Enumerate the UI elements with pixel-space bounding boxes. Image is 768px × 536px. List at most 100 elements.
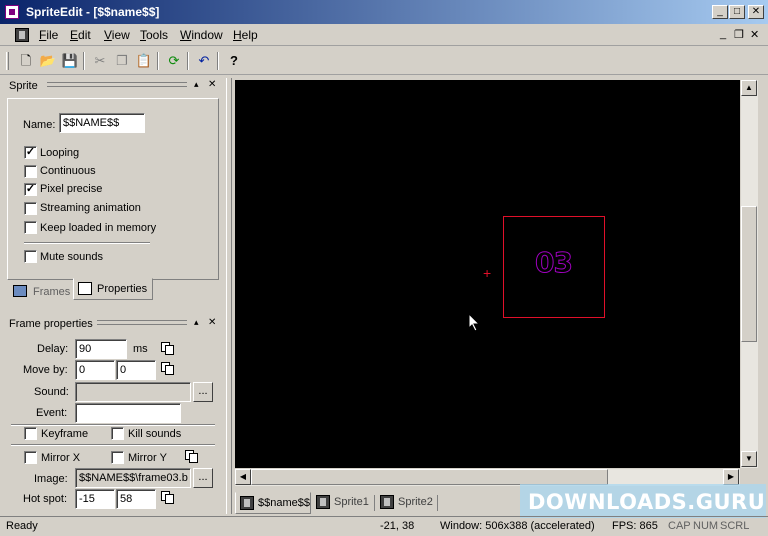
toolbar-separator bbox=[187, 52, 189, 70]
sound-input[interactable] bbox=[75, 382, 191, 402]
frame-panel-header[interactable]: Frame properties ▴ ✕ bbox=[3, 316, 223, 332]
scroll-left-button[interactable]: ◀ bbox=[235, 469, 251, 485]
menu-view[interactable]: View bbox=[104, 28, 130, 42]
menu-tools[interactable]: Tools bbox=[140, 28, 168, 42]
sprite-panel-header[interactable]: Sprite ▴ ✕ bbox=[3, 78, 223, 94]
toolbar-grip[interactable] bbox=[6, 52, 9, 70]
kill-sounds-checkbox[interactable] bbox=[111, 427, 124, 440]
mdi-restore-button[interactable]: ❐ bbox=[734, 28, 744, 41]
keep-loaded-checkbox[interactable] bbox=[24, 221, 37, 234]
delay-input[interactable]: 90 bbox=[75, 339, 127, 359]
doc-tab-sprite2[interactable]: Sprite2 bbox=[377, 492, 437, 514]
menu-help[interactable]: Help bbox=[233, 28, 258, 42]
mouse-cursor-icon bbox=[468, 313, 481, 332]
pixel-precise-checkbox[interactable]: ✓ bbox=[24, 183, 37, 196]
doc-tab-name-label: $$name$$ bbox=[258, 497, 310, 509]
moveby-x-input[interactable]: 0 bbox=[75, 360, 115, 380]
scroll-right-button[interactable]: ▶ bbox=[723, 469, 739, 485]
streaming-animation-checkbox[interactable] bbox=[24, 202, 37, 215]
kill-sounds-label: Kill sounds bbox=[128, 428, 182, 440]
panel-grip[interactable] bbox=[47, 82, 187, 87]
mdi-minimize-button[interactable]: _ bbox=[720, 28, 726, 40]
maximize-button[interactable]: □ bbox=[729, 5, 745, 19]
hotspot-y-input[interactable]: 58 bbox=[116, 489, 156, 509]
menu-file[interactable]: File bbox=[39, 28, 58, 42]
save-icon[interactable]: 💾 bbox=[61, 52, 79, 70]
tab-properties[interactable]: Properties bbox=[73, 278, 153, 300]
doc-tab-sprite1[interactable]: Sprite1 bbox=[313, 492, 373, 514]
name-label: Name: bbox=[23, 119, 56, 131]
continuous-label: Continuous bbox=[40, 165, 96, 177]
status-fps: FPS: 865 bbox=[612, 520, 658, 532]
continuous-checkbox[interactable] bbox=[24, 165, 37, 178]
menu-bar: File Edit View Tools Window Help _ ❐ ✕ bbox=[0, 24, 768, 46]
window-title: SpriteEdit - [$$name$$] bbox=[26, 5, 160, 19]
keyframe-checkbox[interactable] bbox=[24, 427, 37, 440]
copy-to-all-icon[interactable] bbox=[161, 491, 174, 504]
sprite-icon bbox=[380, 495, 394, 509]
frames-icon bbox=[13, 285, 27, 297]
doc-tab-sprite2-label: Sprite2 bbox=[398, 496, 433, 508]
toolbar-separator bbox=[83, 52, 85, 70]
event-label: Event: bbox=[36, 407, 68, 419]
frame-panel-title: Frame properties bbox=[9, 318, 93, 330]
new-icon[interactable]: 🗋 bbox=[17, 52, 35, 70]
toolbar: 🗋 📂 💾 ✂ ❐ 📋 ⟳ ↶ ? bbox=[0, 47, 768, 75]
sound-browse-button[interactable]: ... bbox=[193, 382, 213, 402]
refresh-icon[interactable]: ⟳ bbox=[165, 52, 183, 70]
hotspot-x-input[interactable]: -15 bbox=[75, 489, 115, 509]
status-scrl: SCRL bbox=[720, 520, 750, 532]
mirror-y-label: Mirror Y bbox=[128, 452, 167, 464]
sound-label: Sound: bbox=[34, 386, 69, 398]
copy-icon[interactable]: ❐ bbox=[113, 52, 131, 70]
menu-window[interactable]: Window bbox=[180, 28, 223, 42]
looping-checkbox[interactable]: ✓ bbox=[24, 146, 37, 159]
moveby-y-input[interactable]: 0 bbox=[116, 360, 156, 380]
mdi-close-button[interactable]: ✕ bbox=[750, 28, 759, 41]
pin-icon[interactable]: ▴ bbox=[194, 317, 199, 328]
image-browse-button[interactable]: ... bbox=[193, 468, 213, 488]
app-icon[interactable] bbox=[5, 5, 19, 19]
tab-separator bbox=[374, 495, 375, 511]
pin-icon[interactable]: ▴ bbox=[194, 79, 199, 90]
copy-to-all-icon[interactable] bbox=[161, 342, 174, 355]
mirror-x-checkbox[interactable] bbox=[24, 451, 37, 464]
copy-to-all-icon[interactable] bbox=[161, 362, 174, 375]
cut-icon[interactable]: ✂ bbox=[91, 52, 109, 70]
copy-to-all-icon[interactable] bbox=[185, 450, 198, 463]
status-window: Window: 506x388 (accelerated) bbox=[440, 520, 595, 532]
hotspot-label: Hot spot: bbox=[23, 493, 68, 505]
doc-tab-name[interactable]: $$name$$ bbox=[235, 492, 311, 514]
close-button[interactable]: ✕ bbox=[748, 5, 764, 19]
document-icon[interactable] bbox=[15, 28, 29, 42]
status-coords: -21, 38 bbox=[380, 520, 415, 532]
sprite-icon bbox=[316, 495, 330, 509]
divider bbox=[24, 242, 150, 244]
paste-icon[interactable]: 📋 bbox=[135, 52, 153, 70]
close-icon[interactable]: ✕ bbox=[208, 79, 216, 90]
panel-grip[interactable] bbox=[97, 320, 187, 325]
tab-properties-label: Properties bbox=[97, 283, 148, 295]
undo-icon[interactable]: ↶ bbox=[195, 52, 213, 70]
event-input[interactable] bbox=[75, 403, 181, 423]
divider bbox=[11, 444, 215, 446]
image-input[interactable]: $$NAME$$\frame03.b bbox=[75, 468, 191, 488]
dock-splitter[interactable] bbox=[226, 78, 232, 514]
sprite-canvas[interactable]: 03 + bbox=[235, 80, 740, 468]
hotspot-marker: + bbox=[483, 265, 492, 281]
close-icon[interactable]: ✕ bbox=[208, 317, 216, 328]
tab-frames[interactable]: Frames bbox=[7, 281, 73, 301]
open-icon[interactable]: 📂 bbox=[39, 52, 57, 70]
minimize-button[interactable]: _ bbox=[712, 5, 728, 19]
menu-edit[interactable]: Edit bbox=[70, 28, 91, 42]
help-icon[interactable]: ? bbox=[225, 52, 243, 70]
scroll-up-button[interactable]: ▲ bbox=[741, 80, 757, 96]
vertical-scrollbar[interactable]: ▲ ▼ bbox=[741, 80, 758, 468]
mute-sounds-checkbox[interactable] bbox=[24, 250, 37, 263]
horizontal-scroll-thumb[interactable] bbox=[251, 469, 608, 485]
mirror-y-checkbox[interactable] bbox=[111, 451, 124, 464]
vertical-scroll-thumb[interactable] bbox=[741, 206, 757, 342]
scroll-down-button[interactable]: ▼ bbox=[741, 451, 757, 467]
watermark-text: DOWNLOADS.GURU bbox=[528, 490, 766, 514]
name-input[interactable]: $$NAME$$ bbox=[59, 113, 145, 133]
